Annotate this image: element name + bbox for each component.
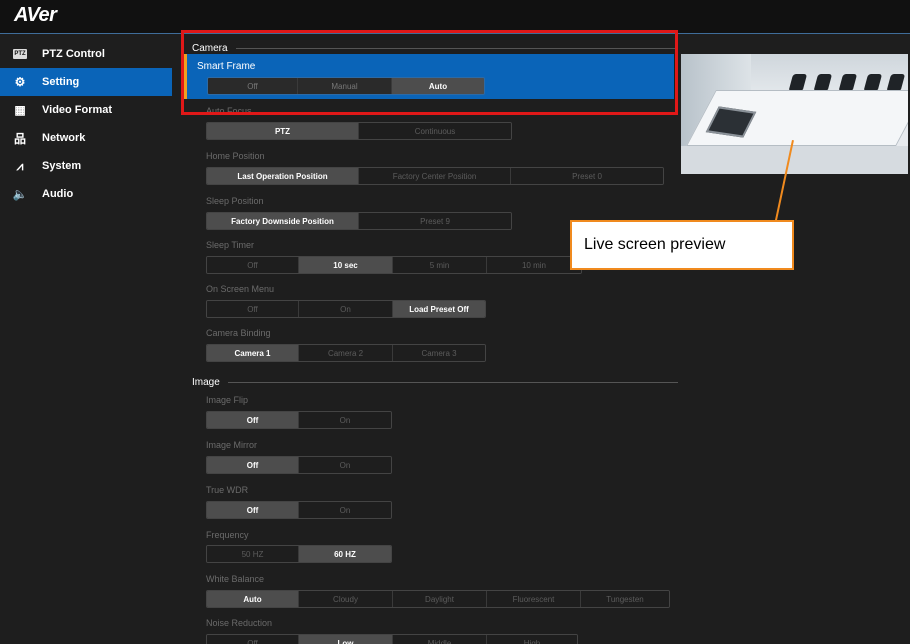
frequency-label: Frequency bbox=[206, 530, 249, 540]
frequency-50hz-option[interactable]: 50 HZ bbox=[207, 546, 299, 562]
on-screen-menu-on-option[interactable]: On bbox=[299, 301, 393, 317]
image-flip-off-option[interactable]: Off bbox=[207, 412, 299, 428]
image-flip-selector: Off On bbox=[206, 411, 392, 429]
noise-reduction-low-option[interactable]: Low bbox=[299, 635, 393, 644]
sidebar-item-video-format[interactable]: ▦ Video Format bbox=[0, 96, 172, 124]
sidebar-item-audio[interactable]: 🔈 Audio bbox=[0, 180, 172, 208]
sleep-timer-label: Sleep Timer bbox=[206, 240, 255, 250]
noise-reduction-label: Noise Reduction bbox=[206, 618, 273, 628]
on-screen-menu-load-preset-option[interactable]: Load Preset Off bbox=[393, 301, 485, 317]
pulse-icon: ⩘ bbox=[16, 158, 24, 173]
sleep-timer-selector: Off 10 sec 5 min 10 min bbox=[206, 256, 582, 274]
network-icon: 品 bbox=[13, 131, 26, 146]
sidebar-item-label: System bbox=[42, 160, 82, 172]
sleep-position-preset-option[interactable]: Preset 9 bbox=[359, 213, 511, 229]
sleep-position-factory-option[interactable]: Factory Downside Position bbox=[207, 213, 359, 229]
camera-highlight-box bbox=[181, 30, 678, 115]
camera-binding-1-option[interactable]: Camera 1 bbox=[207, 345, 299, 361]
noise-reduction-off-option[interactable]: Off bbox=[207, 635, 299, 644]
true-wdr-off-option[interactable]: Off bbox=[207, 502, 299, 518]
true-wdr-selector: Off On bbox=[206, 501, 392, 519]
sidebar-item-setting[interactable]: ⚙ Setting bbox=[0, 68, 172, 96]
ptz-icon: PTZ bbox=[13, 49, 27, 59]
white-balance-tungesten-option[interactable]: Tungesten bbox=[581, 591, 669, 607]
live-preview-image bbox=[681, 54, 908, 174]
white-balance-selector: Auto Cloudy Daylight Fluorescent Tungest… bbox=[206, 590, 670, 608]
image-section-title: Image bbox=[192, 377, 678, 388]
frequency-60hz-option[interactable]: 60 HZ bbox=[299, 546, 391, 562]
sleep-position-label: Sleep Position bbox=[206, 196, 264, 206]
camera-binding-label: Camera Binding bbox=[206, 328, 271, 338]
top-bar: AVer bbox=[0, 0, 910, 34]
image-mirror-label: Image Mirror bbox=[206, 440, 258, 450]
camera-binding-2-option[interactable]: Camera 2 bbox=[299, 345, 393, 361]
true-wdr-on-option[interactable]: On bbox=[299, 502, 391, 518]
sidebar-item-label: Network bbox=[42, 132, 86, 144]
auto-focus-selector: PTZ Continuous bbox=[206, 122, 512, 140]
white-balance-label: White Balance bbox=[206, 574, 265, 584]
auto-focus-continuous-option[interactable]: Continuous bbox=[359, 123, 511, 139]
sleep-position-selector: Factory Downside Position Preset 9 bbox=[206, 212, 512, 230]
image-mirror-off-option[interactable]: Off bbox=[207, 457, 299, 473]
home-position-factory-option[interactable]: Factory Center Position bbox=[359, 168, 511, 184]
camera-binding-3-option[interactable]: Camera 3 bbox=[393, 345, 485, 361]
on-screen-menu-off-option[interactable]: Off bbox=[207, 301, 299, 317]
white-balance-daylight-option[interactable]: Daylight bbox=[393, 591, 487, 607]
frequency-selector: 50 HZ 60 HZ bbox=[206, 545, 392, 563]
sidebar-item-label: Setting bbox=[42, 76, 80, 88]
white-balance-fluorescent-option[interactable]: Fluorescent bbox=[487, 591, 581, 607]
image-flip-label: Image Flip bbox=[206, 395, 249, 405]
speaker-icon: 🔈 bbox=[12, 187, 28, 201]
white-balance-auto-option[interactable]: Auto bbox=[207, 591, 299, 607]
sidebar: PTZ PTZ Control ⚙ Setting ▦ Video Format… bbox=[0, 40, 172, 208]
home-position-preset-option[interactable]: Preset 0 bbox=[511, 168, 663, 184]
true-wdr-label: True WDR bbox=[206, 485, 249, 495]
sidebar-item-label: PTZ Control bbox=[42, 48, 105, 60]
sleep-timer-5min-option[interactable]: 5 min bbox=[393, 257, 487, 273]
sidebar-item-label: Video Format bbox=[42, 104, 113, 116]
camera-binding-selector: Camera 1 Camera 2 Camera 3 bbox=[206, 344, 486, 362]
image-mirror-on-option[interactable]: On bbox=[299, 457, 391, 473]
white-balance-cloudy-option[interactable]: Cloudy bbox=[299, 591, 393, 607]
sidebar-item-network[interactable]: 品 Network bbox=[0, 124, 172, 152]
preview-floor bbox=[681, 146, 908, 174]
home-position-selector: Last Operation Position Factory Center P… bbox=[206, 167, 664, 185]
noise-reduction-high-option[interactable]: High bbox=[487, 635, 577, 644]
sleep-timer-off-option[interactable]: Off bbox=[207, 257, 299, 273]
sleep-timer-10min-option[interactable]: 10 min bbox=[487, 257, 581, 273]
sidebar-item-ptz-control[interactable]: PTZ PTZ Control bbox=[0, 40, 172, 68]
aver-logo: AVer bbox=[14, 4, 57, 26]
on-screen-menu-label: On Screen Menu bbox=[206, 284, 275, 294]
auto-focus-ptz-option[interactable]: PTZ bbox=[207, 123, 359, 139]
live-preview-callout: Live screen preview bbox=[570, 220, 794, 270]
sidebar-item-system[interactable]: ⩘ System bbox=[0, 152, 172, 180]
image-mirror-selector: Off On bbox=[206, 456, 392, 474]
sidebar-item-label: Audio bbox=[42, 188, 74, 200]
noise-reduction-selector: Off Low Middle High bbox=[206, 634, 578, 644]
noise-reduction-middle-option[interactable]: Middle bbox=[393, 635, 487, 644]
settings-panel: Camera Auto Focus PTZ Continuous Home Po… bbox=[182, 34, 678, 644]
image-flip-on-option[interactable]: On bbox=[299, 412, 391, 428]
gear-icon: ⚙ bbox=[14, 75, 26, 89]
on-screen-menu-selector: Off On Load Preset Off bbox=[206, 300, 486, 318]
home-position-label: Home Position bbox=[206, 151, 265, 161]
sleep-timer-10sec-option[interactable]: 10 sec bbox=[299, 257, 393, 273]
home-position-last-option[interactable]: Last Operation Position bbox=[207, 168, 359, 184]
film-icon: ▦ bbox=[14, 103, 26, 117]
